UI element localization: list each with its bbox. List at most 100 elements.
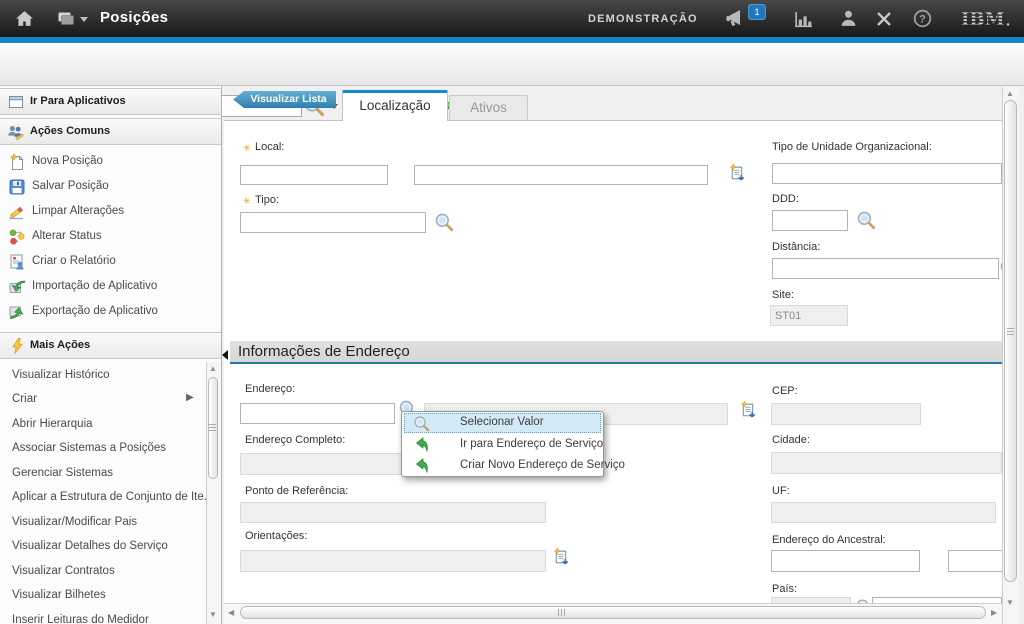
sidebar-item-associar-sistemas[interactable]: Associar Sistemas a Posições [0,437,204,461]
sidebar-item-aplicar-estrutura[interactable]: Aplicar a Estrutura de Conjunto de Ite..… [0,486,204,510]
unidade-label: Tipo de Unidade Organizacional: [772,141,932,153]
content-scroll-right-icon[interactable]: ▶ [991,609,997,617]
import-icon [8,278,26,296]
address-section-header: Informações de Endereço [230,341,1018,364]
common-actions-icon [6,123,25,142]
tipo-label: Tipo: [255,194,279,206]
orientacoes-long-description-icon[interactable] [551,547,572,568]
address-section-title: Informações de Endereço [238,343,410,360]
uf-label: UF: [772,485,790,497]
uf-field [771,502,996,523]
sidebar-item-visualizar-bilhetes[interactable]: Visualizar Bilhetes [0,584,204,608]
sidebar-item-alterar-status[interactable]: Alterar Status [0,225,204,249]
new-document-icon [8,153,26,171]
profile-icon[interactable] [839,9,858,28]
sidebar-item-nova-posicao[interactable]: Nova Posição [0,150,204,174]
pais-label: País: [772,583,797,595]
sidebar-item-exportacao-aplicativo[interactable]: Exportação de Aplicativo [0,300,204,324]
application-window-icon [7,93,25,111]
menu-item-criar-novo-endereco[interactable]: Criar Novo Endereço de Serviço [404,456,601,476]
sidebar-item-abrir-hierarquia[interactable]: Abrir Hierarquia [0,413,204,437]
sidebar-item-visualizar-historico[interactable]: Visualizar Histórico [0,364,204,388]
sidebar-item-visualizar-contratos[interactable]: Visualizar Contratos [0,560,204,584]
endereco-ancestral-description-input[interactable] [948,550,1010,572]
magnifier-icon [413,415,430,432]
local-input[interactable] [240,165,388,185]
sidebar-scroll-down-icon[interactable]: ▼ [209,611,217,619]
orientacoes-label: Orientações: [245,530,307,542]
announcements-icon[interactable] [724,8,748,29]
local-long-description-icon[interactable] [727,163,748,184]
sidebar-item-visualizar-detalhes-servico[interactable]: Visualizar Detalhes do Serviço [0,535,204,559]
sidebar-item-gerenciar-sistemas[interactable]: Gerenciar Sistemas [0,462,204,486]
sidebar-item-visualizar-modificar-pais[interactable]: Visualizar/Modificar Pais [0,511,204,535]
change-status-icon [8,228,26,246]
sidebar-scroll-up-icon[interactable]: ▲ [209,365,217,373]
sidebar-item-criar-relatorio[interactable]: Criar o Relatório [0,250,204,274]
menu-item-ir-para-endereco[interactable]: Ir para Endereço de Serviço [404,435,601,455]
help-icon[interactable]: ? [913,9,932,28]
applications-menu-caret-icon[interactable] [80,17,88,22]
endereco-ancestral-input[interactable] [771,550,920,572]
home-icon[interactable] [14,8,35,29]
sidebar-collapse-icon[interactable] [222,350,228,360]
content-scroll-down-icon[interactable]: ▼ [1006,599,1014,607]
environment-label: DEMONSTRAÇÃO [588,13,698,25]
distancia-input[interactable] [772,258,999,279]
endereco-completo-label: Endereço Completo: [245,434,345,446]
endereco-long-description-icon[interactable] [738,400,759,421]
record-panel [224,120,1002,624]
endereco-ancestral-label: Endereço do Ancestral: [772,534,886,546]
ibm-logo: IBM [960,9,1012,29]
sidebar-header-go-to[interactable]: Ir Para Aplicativos [0,88,221,115]
local-description-input[interactable] [414,165,708,185]
ddd-label: DDD: [772,193,799,205]
cidade-label: Cidade: [772,434,810,446]
content-scroll-left-icon[interactable]: ◀ [228,609,234,617]
cidade-field [771,452,1002,474]
applications-menu-icon[interactable] [56,10,76,28]
notification-badge[interactable]: 1 [748,4,766,20]
sidebar-item-importacao-aplicativo[interactable]: Importação de Aplicativo [0,275,204,299]
endereco-label: Endereço: [245,383,295,395]
top-navbar: Posições DEMONSTRAÇÃO 1 ? IBM [0,0,1024,37]
go-to-arrow-icon [415,458,429,475]
tab-ativos[interactable]: Ativos [449,95,528,121]
sidebar-item-limpar-alteracoes[interactable]: Limpar Alterações [0,200,204,224]
site-field: ST01 [770,305,848,326]
sidebar-header-more-actions[interactable]: Mais Ações [0,332,221,359]
svg-text:?: ? [919,14,926,26]
sign-out-icon[interactable] [875,10,893,28]
distancia-label: Distância: [772,241,820,253]
ponto-referencia-label: Ponto de Referência: [245,485,348,497]
cep-label: CEP: [772,385,798,397]
sidebar-item-criar[interactable]: Criar ▶ [0,388,204,412]
content-vscrollbar-thumb[interactable] [1004,100,1017,582]
unidade-input[interactable] [772,163,1002,184]
export-icon [8,303,26,321]
tab-localizacao[interactable]: Localização [342,90,448,121]
tipo-select-value-icon[interactable] [434,212,454,232]
ddd-input[interactable] [772,210,848,231]
sidebar-item-salvar-posicao[interactable]: Salvar Posição [0,175,204,199]
save-icon [8,178,26,196]
create-report-icon [8,253,26,271]
application-window: Posições DEMONSTRAÇÃO 1 ? IBM Localizar:… [0,0,1024,624]
sidebar-header-common-actions[interactable]: Ações Comuns [0,118,221,145]
tab-visualizar-lista[interactable]: Visualizar Lista [233,91,336,108]
content-scroll-up-icon[interactable]: ▲ [1006,90,1014,98]
ddd-select-value-icon[interactable] [856,210,876,230]
orientacoes-field [240,550,546,572]
sidebar-item-inserir-leituras[interactable]: Inserir Leituras do Medidor [0,609,204,624]
record-toolbar: Localizar: [0,43,1024,86]
endereco-input[interactable] [240,403,395,424]
svg-text:IBM: IBM [961,9,1005,29]
content-hscrollbar-thumb[interactable] [240,606,986,619]
select-value-popup-menu: Selecionar Valor Ir para Endereço de Ser… [401,411,604,477]
clear-changes-icon [7,203,26,221]
reports-icon[interactable] [793,10,814,29]
menu-item-selecionar-valor[interactable]: Selecionar Valor [404,413,601,433]
tipo-input[interactable] [240,212,426,233]
required-marker: ✳ [243,196,251,207]
local-label: Local: [255,141,284,153]
